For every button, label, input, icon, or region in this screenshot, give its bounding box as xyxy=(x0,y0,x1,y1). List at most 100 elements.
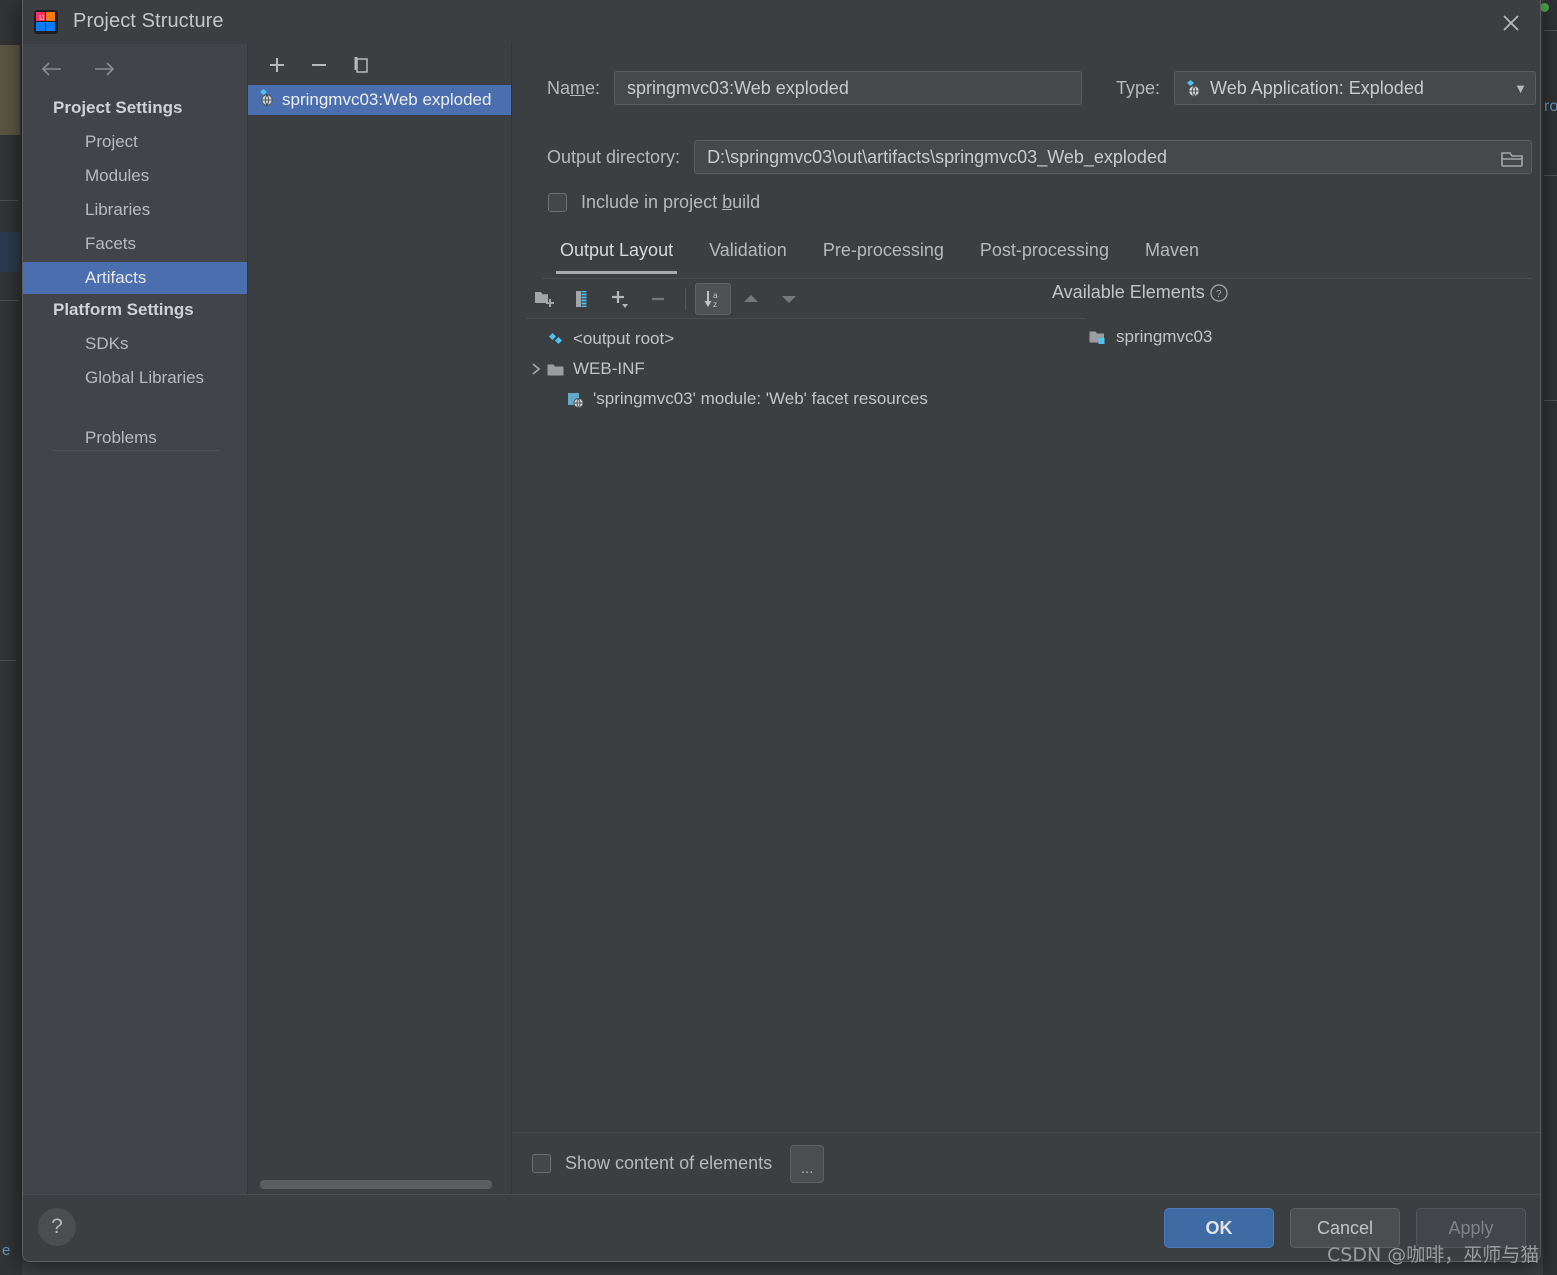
sort-alphabetically-button[interactable]: a z xyxy=(695,283,731,315)
show-content-checkbox[interactable] xyxy=(532,1154,551,1173)
sidebar-group-platform-settings: Platform Settings xyxy=(53,300,194,319)
ide-editor-text-right: ro xyxy=(1544,98,1557,115)
web-facet-icon xyxy=(566,390,585,409)
type-label: Type: xyxy=(1116,77,1161,98)
artifacts-hscrollbar[interactable] xyxy=(248,1176,511,1194)
sidebar-item-label: Global Libraries xyxy=(85,368,205,387)
ide-editor-text-left: e xyxy=(2,1242,11,1259)
intellij-idea-icon: IJ xyxy=(33,9,59,35)
output-directory-input[interactable] xyxy=(694,140,1533,174)
sidebar-item-label: Project xyxy=(85,132,138,151)
remove-element-button[interactable] xyxy=(640,283,676,315)
available-elements-header: Available Elements ? xyxy=(1052,282,1229,303)
tab-output-layout[interactable]: Output Layout xyxy=(542,236,691,274)
arrow-left-icon[interactable] xyxy=(39,56,65,82)
available-elements-list: springmvc03 xyxy=(1088,322,1518,352)
move-down-button[interactable] xyxy=(771,283,807,315)
folder-open-icon[interactable] xyxy=(1500,148,1526,170)
output-root-icon xyxy=(546,330,565,349)
available-elements-label: Available Elements xyxy=(1052,282,1205,302)
help-button[interactable]: ? xyxy=(38,1208,76,1246)
artifact-list-item[interactable]: springmvc03:Web exploded xyxy=(248,85,511,115)
create-archive-button[interactable] xyxy=(564,283,600,315)
chevron-right-icon[interactable] xyxy=(526,359,546,379)
scrollbar-thumb[interactable] xyxy=(260,1180,492,1189)
tree-node-web-inf[interactable]: WEB-INF xyxy=(526,354,1086,384)
available-element-item[interactable]: springmvc03 xyxy=(1088,322,1518,352)
close-icon[interactable] xyxy=(1492,4,1530,40)
dialog-titlebar: IJ Project Structure xyxy=(23,0,1540,45)
add-copy-of-button[interactable] xyxy=(602,283,638,315)
artifact-type-value: Web Application: Exploded xyxy=(1210,77,1424,98)
dialog-body: Project Settings Project Modules Librari… xyxy=(23,44,1540,1194)
ide-gutter-selection xyxy=(0,232,20,272)
svg-text:IJ: IJ xyxy=(39,15,44,22)
tree-node-label: WEB-INF xyxy=(573,359,645,378)
sidebar-item-facets[interactable]: Facets xyxy=(23,228,247,260)
ide-gutter-line xyxy=(1544,30,1557,31)
sidebar-item-artifacts[interactable]: Artifacts xyxy=(23,262,247,294)
svg-text:?: ? xyxy=(1216,289,1222,300)
ide-status-dot xyxy=(1540,3,1549,12)
output-directory-row: Output directory: xyxy=(547,140,1533,174)
ide-left-gutter xyxy=(0,0,22,1275)
web-exploded-artifact-icon xyxy=(256,88,275,112)
chevron-down-icon: ▼ xyxy=(1514,80,1528,96)
sidebar-item-global-libraries[interactable]: Global Libraries xyxy=(23,362,247,394)
tree-node-label: 'springmvc03' module: 'Web' facet resour… xyxy=(593,389,928,408)
arrow-right-icon[interactable] xyxy=(91,56,117,82)
project-structure-dialog: IJ Project Structure Project Settings Pr… xyxy=(22,0,1541,1262)
type-row: Type: Web Application: Exploded ▼ xyxy=(1116,71,1537,105)
artifact-item-label: springmvc03:Web exploded xyxy=(282,90,492,109)
ide-gutter-highlight xyxy=(0,45,20,135)
settings-sidebar: Project Settings Project Modules Librari… xyxy=(23,44,248,1194)
tree-node-label: <output root> xyxy=(573,329,675,348)
show-content-bar: Show content of elements ... xyxy=(512,1132,1540,1194)
navigation-arrows xyxy=(39,56,117,82)
artifacts-list-panel: springmvc03:Web exploded xyxy=(248,44,512,1194)
ok-button[interactable]: OK xyxy=(1164,1208,1274,1248)
remove-artifact-button[interactable] xyxy=(302,50,336,80)
name-label: Name: xyxy=(547,77,601,98)
folder-icon xyxy=(546,360,565,379)
tree-node-output-root[interactable]: <output root> xyxy=(526,324,1086,354)
sidebar-item-problems[interactable]: Problems xyxy=(23,422,247,454)
artifact-detail-pane: Name: Type: Web Application: Exploded ▼ xyxy=(512,44,1540,1194)
help-circle-icon[interactable]: ? xyxy=(1209,283,1229,303)
more-options-button[interactable]: ... xyxy=(790,1144,825,1183)
tab-maven[interactable]: Maven xyxy=(1127,236,1217,273)
sidebar-item-modules[interactable]: Modules xyxy=(23,160,247,192)
create-directory-button[interactable] xyxy=(526,283,562,315)
svg-text:z: z xyxy=(713,299,717,309)
name-row: Name: xyxy=(547,71,1083,105)
tab-validation[interactable]: Validation xyxy=(691,236,805,273)
ide-gutter-line xyxy=(0,660,16,661)
move-up-button[interactable] xyxy=(733,283,769,315)
ide-right-gutter xyxy=(1543,0,1557,1275)
module-icon xyxy=(1088,328,1107,347)
output-directory-label: Output directory: xyxy=(547,146,681,167)
artifact-type-dropdown[interactable]: Web Application: Exploded ▼ xyxy=(1174,71,1537,105)
checkbox-box xyxy=(548,193,567,212)
add-artifact-button[interactable] xyxy=(260,50,294,80)
sidebar-item-label: SDKs xyxy=(85,334,129,353)
tree-node-web-facet-resources[interactable]: 'springmvc03' module: 'Web' facet resour… xyxy=(526,384,1086,414)
output-layout-tree: <output root> WEB-INF 'springmvc03' modu… xyxy=(526,324,1086,414)
sidebar-item-libraries[interactable]: Libraries xyxy=(23,194,247,226)
sidebar-item-label: Artifacts xyxy=(85,268,147,287)
web-exploded-artifact-icon xyxy=(1183,79,1202,98)
ide-gutter-line xyxy=(1544,400,1557,401)
available-element-label: springmvc03 xyxy=(1116,327,1213,346)
dialog-footer: ? OK Cancel Apply xyxy=(23,1194,1540,1261)
copy-artifact-button[interactable] xyxy=(344,50,378,80)
artifact-name-input[interactable] xyxy=(614,71,1083,105)
include-in-build-label: Include in project build xyxy=(581,192,761,212)
tab-post-processing[interactable]: Post-processing xyxy=(962,236,1127,273)
sidebar-item-project[interactable]: Project xyxy=(23,126,247,158)
artifact-tabs: Output Layout Validation Pre-processing … xyxy=(542,236,1532,279)
include-in-build-checkbox[interactable]: Include in project build xyxy=(548,192,760,213)
sidebar-item-sdks[interactable]: SDKs xyxy=(23,328,247,360)
tab-pre-processing[interactable]: Pre-processing xyxy=(805,236,962,273)
